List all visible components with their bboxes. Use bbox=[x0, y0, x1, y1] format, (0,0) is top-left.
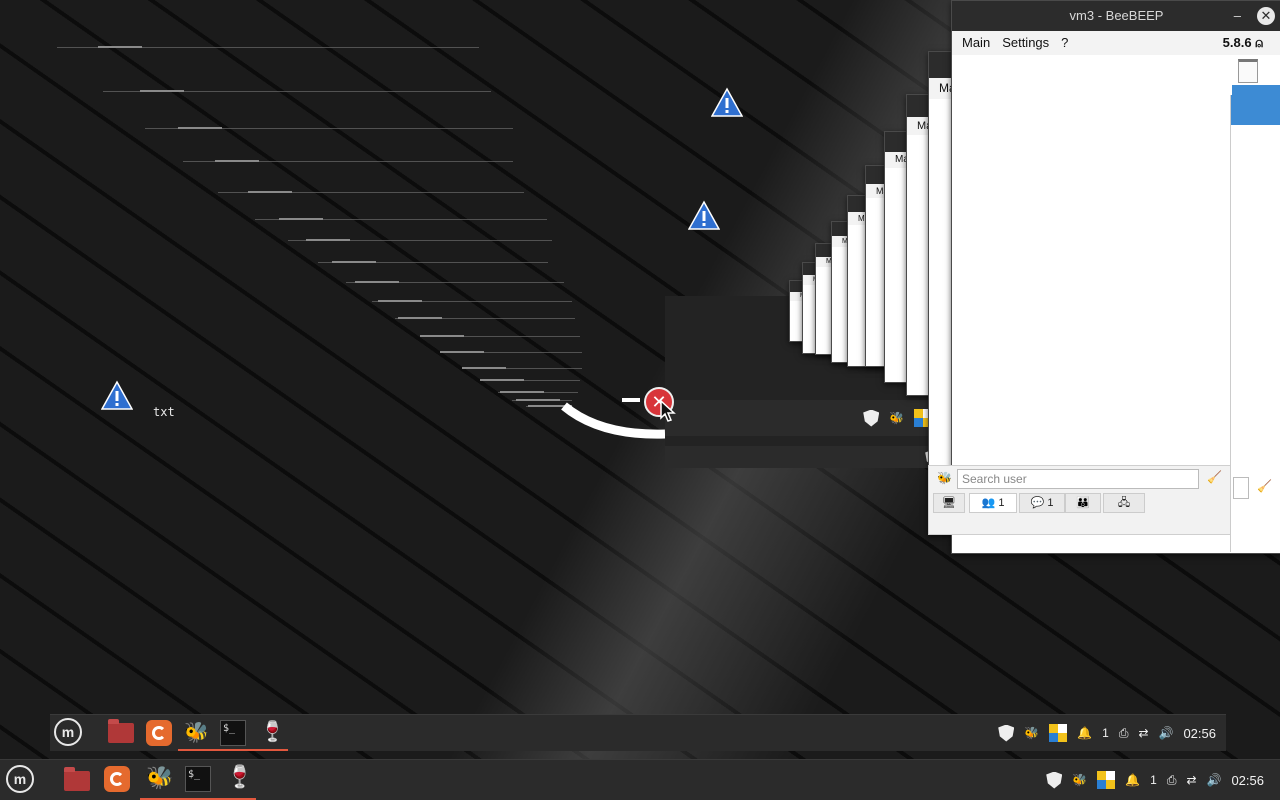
drag-artifact-line bbox=[480, 379, 580, 381]
printer-icon[interactable]: ⎙ bbox=[1167, 773, 1177, 788]
tab-groups[interactable]: 👪 bbox=[1065, 493, 1101, 513]
shield-icon bbox=[998, 724, 1015, 742]
ghost-tray-3: 🐝 🔔 1 ⎙ ⇄ 🔊 02:56 bbox=[998, 724, 1216, 742]
drag-artifact-line bbox=[420, 335, 580, 337]
files-launcher[interactable] bbox=[64, 767, 90, 791]
bee-icon: 🐝 bbox=[889, 411, 905, 425]
menu-button[interactable]: m bbox=[6, 765, 34, 793]
drag-artifact-line bbox=[183, 160, 513, 162]
color-tray-icon[interactable] bbox=[1097, 771, 1116, 789]
clear-icon[interactable]: 🧹 bbox=[1257, 479, 1272, 493]
folder-icon bbox=[108, 719, 134, 743]
tab-network[interactable]: 🖧 bbox=[1103, 493, 1145, 513]
printer-icon: ⎙ bbox=[1118, 725, 1129, 740]
network-icon[interactable]: ⇄ bbox=[1186, 773, 1196, 787]
window-title: vm3 - BeeBEEP bbox=[1069, 8, 1164, 23]
search-user-input[interactable]: Search user bbox=[957, 469, 1199, 489]
menu-item-help[interactable]: ? bbox=[1061, 35, 1068, 50]
terminal-launcher[interactable]: $_ bbox=[185, 766, 211, 792]
notification-count: 1 bbox=[1102, 726, 1109, 740]
drag-artifact-line bbox=[218, 191, 524, 193]
beebeep-taskbar-button[interactable]: 🐝 bbox=[146, 765, 173, 791]
desktop-background: 🐝 🔔 1 ⎙ ⇄ 🔊 02:56 🐝 🔔 1 ⎙ ⇄ 🔊 02:56 txt … bbox=[0, 0, 1280, 800]
search-field-edge[interactable] bbox=[1233, 477, 1249, 499]
wine-icon: 🍷 bbox=[260, 721, 285, 743]
beebeep-tray-icon[interactable]: 🐝 bbox=[1072, 773, 1087, 787]
drag-artifact-line bbox=[346, 281, 564, 283]
tab-computer[interactable]: 🖥 bbox=[933, 493, 965, 513]
notification-icon[interactable]: 🔔 bbox=[1125, 773, 1140, 787]
menu-bar: Main Settings? 5.8.6 ⍝ bbox=[952, 31, 1280, 55]
warning-icon[interactable] bbox=[711, 87, 743, 119]
drag-artifact-line bbox=[255, 218, 547, 220]
shield-icon bbox=[863, 409, 880, 427]
drag-artifact-line bbox=[318, 261, 548, 263]
system-tray: 🐝 🔔 1 ⎙ ⇄ 🔊 02:56 bbox=[1046, 771, 1264, 789]
menu-item-main[interactable]: Main bbox=[962, 35, 990, 50]
clock[interactable]: 02:56 bbox=[1231, 773, 1264, 788]
ghost-menu-button: m bbox=[54, 718, 82, 746]
drag-artifact-line bbox=[498, 391, 578, 393]
drag-artifact-line bbox=[145, 127, 513, 129]
tab-users[interactable]: 👥 1 bbox=[969, 493, 1017, 513]
notification-count: 1 bbox=[1150, 773, 1157, 787]
firefox-icon bbox=[146, 720, 172, 746]
bee-icon: 🐝 bbox=[184, 722, 209, 744]
ghost-taskbar: m 🐝 $_ 🍷 🐝 🔔 1 ⎙ ⇄ 🔊 02:56 bbox=[50, 714, 1226, 751]
terminal-icon: $_ bbox=[220, 720, 246, 746]
color-tray-icon bbox=[1049, 724, 1068, 742]
wine-launcher[interactable]: 🍷 bbox=[226, 764, 253, 790]
drag-artifact-line bbox=[462, 367, 582, 369]
mouse-pointer-icon bbox=[660, 400, 676, 422]
tab-chats[interactable]: 💬 1 bbox=[1019, 493, 1065, 513]
desktop-file-label[interactable]: txt bbox=[153, 405, 175, 419]
clear-search-icon[interactable]: 🧹 bbox=[1207, 470, 1222, 484]
beebeep-logo-icon: 🐝 bbox=[937, 471, 952, 485]
drag-artifact-line bbox=[440, 351, 582, 353]
minimize-icon[interactable]: – bbox=[1234, 1, 1241, 31]
drag-artifact-line bbox=[395, 317, 575, 319]
close-icon[interactable]: ✕ bbox=[1257, 7, 1275, 25]
drag-artifact-line bbox=[103, 90, 491, 92]
beebeep-user-panel: 🐝 Search user 🧹 🖥 👥 1 💬 1 👪 🖧 bbox=[928, 465, 1232, 535]
drag-artifact-line bbox=[288, 239, 552, 241]
bee-icon: 🐝 bbox=[1024, 726, 1040, 740]
firefox-launcher[interactable] bbox=[104, 766, 130, 792]
drag-artifact-line bbox=[372, 300, 572, 302]
drag-artifact-line bbox=[57, 46, 479, 48]
warning-icon[interactable] bbox=[688, 200, 720, 232]
clock: 02:56 bbox=[1183, 725, 1216, 741]
window-titlebar[interactable]: vm3 - BeeBEEP – ✕ bbox=[952, 1, 1280, 31]
beebeep-main-body: 🧹 bbox=[1230, 95, 1280, 552]
volume-icon: 🔊 bbox=[1158, 726, 1174, 740]
selected-row[interactable] bbox=[1231, 95, 1280, 125]
volume-icon[interactable]: 🔊 bbox=[1207, 773, 1222, 787]
taskbar: m 🐝 $_ 🍷 🐝 🔔 1 ⎙ ⇄ 🔊 02:56 bbox=[0, 759, 1280, 800]
trash-icon[interactable] bbox=[1238, 59, 1258, 83]
menu-item-settings[interactable]: Settings bbox=[1002, 35, 1049, 50]
version-label: 5.8.6 ⍝ bbox=[1222, 35, 1263, 50]
shield-icon[interactable] bbox=[1046, 771, 1063, 789]
warning-icon[interactable] bbox=[101, 380, 133, 412]
notification-icon: 🔔 bbox=[1077, 726, 1093, 740]
network-icon: ⇄ bbox=[1138, 726, 1149, 740]
active-underline bbox=[254, 749, 286, 751]
